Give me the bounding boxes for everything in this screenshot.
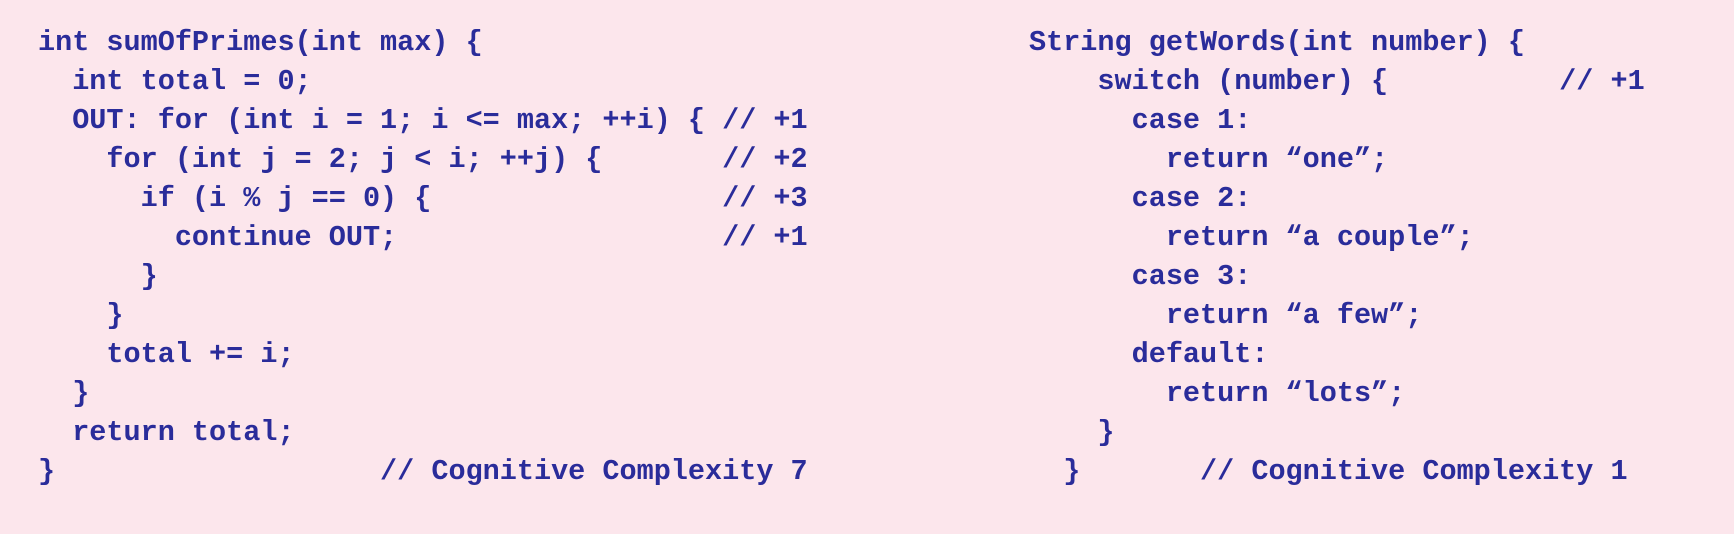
code-line: } xyxy=(38,299,124,332)
code-line: total += i; xyxy=(38,338,295,371)
code-line: default: xyxy=(1029,338,1269,371)
code-line: continue OUT; // +1 xyxy=(38,221,808,254)
code-line: return “a few”; xyxy=(1029,299,1423,332)
code-line: case 3: xyxy=(1029,260,1252,293)
code-snippet-get-words: String getWords(int number) { switch (nu… xyxy=(1029,23,1645,491)
code-line: return “lots”; xyxy=(1029,377,1406,410)
complexity-total-line: } // Cognitive Complexity 7 xyxy=(38,455,808,488)
code-line: case 2: xyxy=(1029,182,1252,215)
code-line: switch (number) { // +1 xyxy=(1029,65,1645,98)
code-line: return “a couple”; xyxy=(1029,221,1474,254)
code-line: OUT: for (int i = 1; i <= max; ++i) { //… xyxy=(38,104,808,137)
code-line: case 1: xyxy=(1029,104,1252,137)
code-line: String getWords(int number) { xyxy=(1029,26,1525,59)
code-line: for (int j = 2; j < i; ++j) { // +2 xyxy=(38,143,808,176)
code-snippet-sum-of-primes: int sumOfPrimes(int max) { int total = 0… xyxy=(38,23,808,491)
code-line: int sumOfPrimes(int max) { xyxy=(38,26,483,59)
complexity-total-line: } // Cognitive Complexity 1 xyxy=(1029,455,1628,488)
code-line: } xyxy=(38,260,158,293)
code-line: if (i % j == 0) { // +3 xyxy=(38,182,808,215)
code-line: } xyxy=(1029,416,1115,449)
code-line: return “one”; xyxy=(1029,143,1389,176)
code-line: return total; xyxy=(38,416,295,449)
code-line: } xyxy=(38,377,90,410)
code-line: int total = 0; xyxy=(38,65,312,98)
